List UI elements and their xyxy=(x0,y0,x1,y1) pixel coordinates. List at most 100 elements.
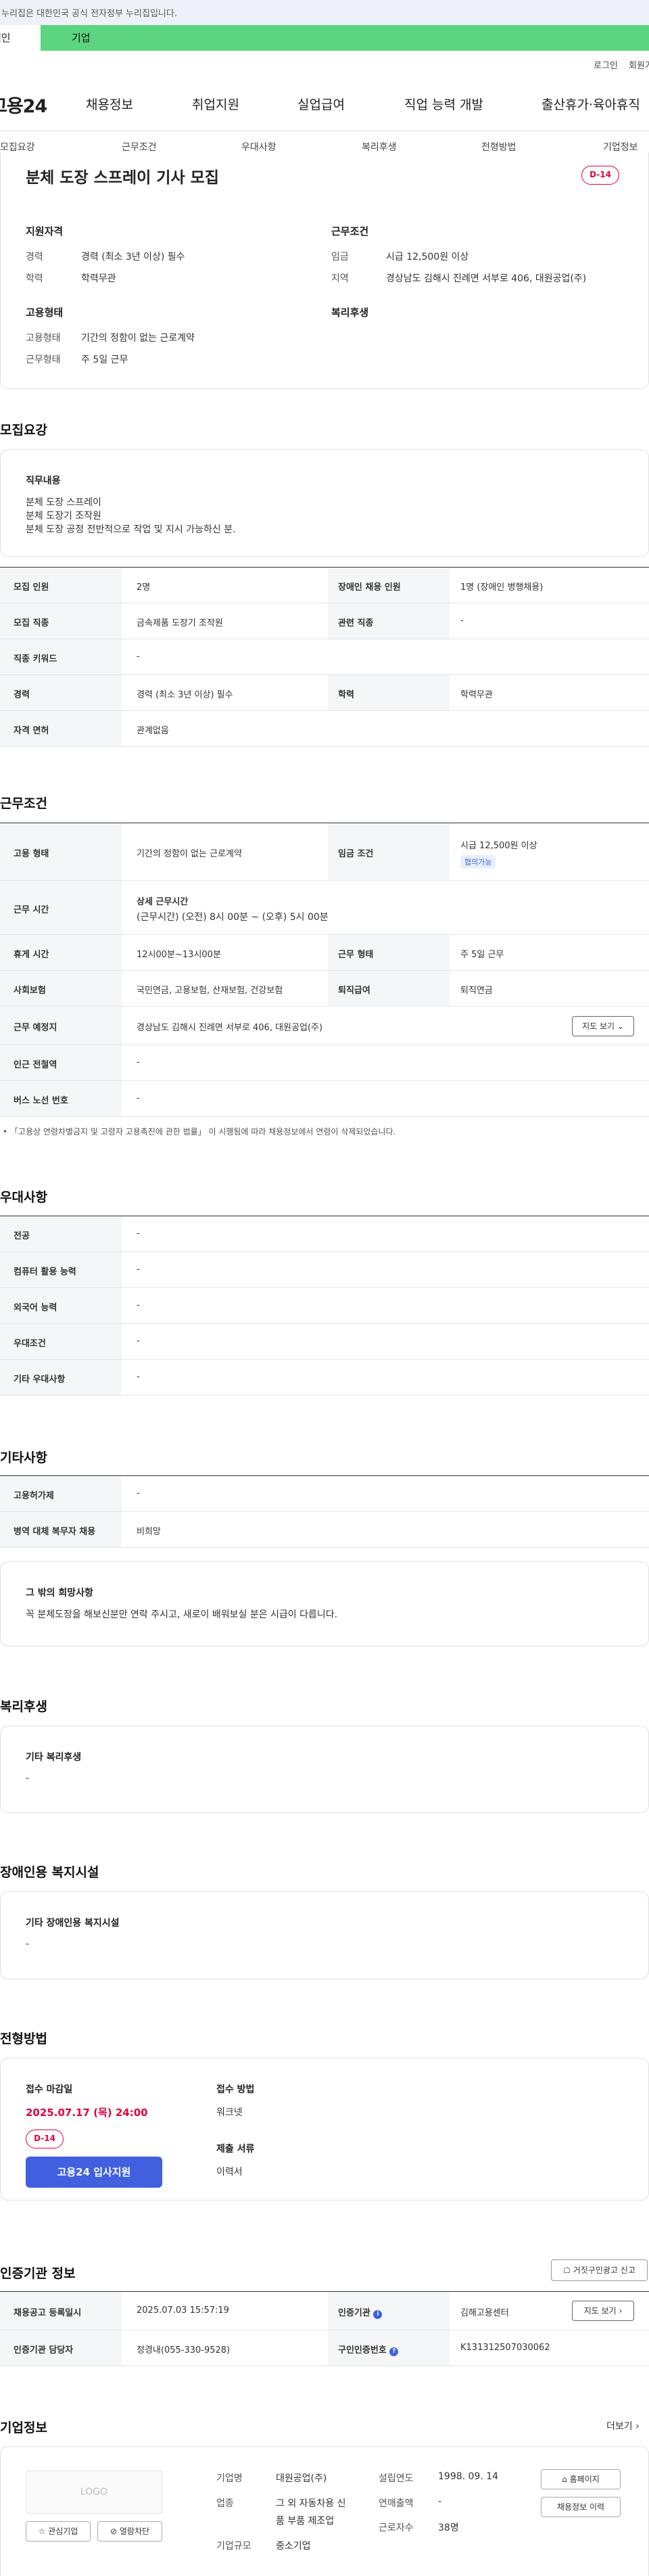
report-button[interactable]: ☖ 거짓구인광고 신고 xyxy=(551,2259,648,2281)
agency-section-title: 인증기관 정보 xyxy=(0,2266,76,2281)
star-icon: ☆ xyxy=(38,2527,46,2536)
industry-label: 업종 xyxy=(216,2498,234,2509)
welfare-box-value: - xyxy=(26,1773,30,1784)
emp-label: 고용형태 xyxy=(26,333,61,344)
career-value: 경력 (최소 3년 이상) 필수 xyxy=(81,252,185,262)
table-row: 사회보험 국민연금, 고용보험, 산재보험, 건강보험 퇴직급여 퇴직연금 xyxy=(0,971,649,1007)
wage-label: 임금 xyxy=(331,252,349,262)
report-icon: ☖ xyxy=(563,2266,571,2275)
site-logo[interactable]: 고용24 xyxy=(0,91,56,118)
lnb-item-3[interactable]: 우대사항 xyxy=(241,140,277,154)
welfare-card xyxy=(0,1726,649,1813)
emp-title: 고용형태 xyxy=(26,306,64,319)
agency-th: 인증기관 i xyxy=(338,2305,383,2319)
pref-section-title: 우대사항 xyxy=(0,1190,47,1205)
table-row: 직종 키워드 - xyxy=(0,639,649,675)
info-icon[interactable]: i xyxy=(373,2310,383,2319)
disabled-box-title: 기타 장애인용 복지시설 xyxy=(26,1918,120,1929)
method-value: 워크넷 xyxy=(216,2107,243,2118)
table-row: 버스 노선 번호 - xyxy=(0,1081,649,1117)
worktype-value: 주 5일 근무 xyxy=(81,354,128,365)
homepage-button[interactable]: ⌂ 홈페이지 xyxy=(541,2469,621,2489)
sales-label: 연매출액 xyxy=(379,2498,414,2509)
table-row: 경력 경력 (최소 3년 이상) 필수 학력 학력무관 xyxy=(0,675,649,711)
gnb-item-5[interactable]: 출산휴가·육아휴직 xyxy=(542,95,640,113)
info-icon[interactable]: ? xyxy=(389,2347,399,2356)
more-link[interactable]: 더보기 › xyxy=(606,2419,640,2433)
etc-section-title: 기타사항 xyxy=(0,1450,47,1465)
company-logo: LOGO xyxy=(26,2470,162,2514)
duty-line-2: 분체 도장기 조작원 xyxy=(26,511,101,522)
table-row: 휴게 시간 12시00분~13시00분 근무 형태 주 5일 근무 xyxy=(0,935,649,971)
est-value: 1998. 09. 14 xyxy=(438,2471,499,2482)
region-label: 지역 xyxy=(331,273,349,284)
age-note: • 「고용상 연령차별금지 및 고령자 고용촉진에 관한 법률」 이 시행됨에 … xyxy=(3,1127,396,1136)
tab-corp[interactable]: 기업 xyxy=(72,25,91,51)
table-row: 외국어 능력 - xyxy=(0,1288,649,1324)
table-row: 모집 직종 금속제품 도장기 조작원 관련 직종 - xyxy=(0,603,649,639)
gnb-item-3[interactable]: 실업급여 xyxy=(297,95,345,113)
company-name-value: 대원공업(주) xyxy=(276,2473,327,2484)
apply-button[interactable]: 고용24 입사지원 xyxy=(26,2157,162,2188)
welfare-title: 복리후생 xyxy=(331,306,369,319)
support-title: 지원자격 xyxy=(26,225,64,237)
table-row: 인증기관 담당자 정경내(055-330-9528) 구인인증번호 ? K131… xyxy=(0,2330,649,2366)
table-row: 전공 - xyxy=(0,1216,649,1252)
gnb-item-4[interactable]: 직업 능력 개발 xyxy=(404,95,483,113)
gov-notice-text: 이 누리집은 대한민국 공식 전자정부 누리집입니다. xyxy=(0,9,177,19)
industry-value-line-1: 그 외 자동차용 신 xyxy=(276,2498,346,2509)
edu-value: 학력무관 xyxy=(81,273,116,284)
job-title: 분체 도장 스프레이 기사 모집 xyxy=(26,169,219,187)
home-icon: ⌂ xyxy=(562,2475,567,2484)
join-link[interactable]: 회원가입 xyxy=(629,58,649,71)
table-row: 인근 전철역 - xyxy=(0,1045,649,1081)
wage-value: 시급 12,500원 이상 xyxy=(386,252,469,262)
map-button[interactable]: 지도 보기 ⌄ xyxy=(572,1016,634,1036)
duty-line-3: 분체 도장 공정 전반적으로 작업 및 지시 가능하신 분. xyxy=(26,524,236,535)
deadline-value: 2025.07.17 (목) 24:00 xyxy=(26,2107,148,2119)
deadline-label: 접수 마감일 xyxy=(26,2084,73,2095)
career-label: 경력 xyxy=(26,252,43,262)
lnb-item-1[interactable]: 모집요강 xyxy=(0,140,35,154)
company-section-title: 기업정보 xyxy=(0,2420,47,2435)
lnb-item-6[interactable]: 기업정보 xyxy=(603,140,638,154)
welfare-section-title: 복리후생 xyxy=(0,1699,47,1714)
duty-title: 직무내용 xyxy=(26,476,61,486)
company-size-label: 기업규모 xyxy=(216,2541,251,2552)
lnb-item-5[interactable]: 전형방법 xyxy=(481,140,516,154)
favorite-button[interactable]: ☆ 관심기업 xyxy=(26,2521,91,2542)
sales-value: - xyxy=(438,2496,442,2507)
negotiable-badge: 협의가능 xyxy=(460,855,496,869)
recruit-section-title: 모집요강 xyxy=(0,423,47,438)
method-label: 접수 방법 xyxy=(216,2084,255,2095)
user-type-tabs: 개인 기업 xyxy=(0,25,649,51)
docs-value: 이력서 xyxy=(216,2167,243,2178)
employees-value: 38명 xyxy=(438,2523,459,2533)
hope-text: 꼭 분체도장을 해보신분만 연락 주시고, 새로이 배워보실 분은 시급이 다릅… xyxy=(26,1609,338,1620)
login-link[interactable]: 로그인 xyxy=(594,58,618,71)
table-row: 채용공고 등록일시 2025.07.03 15:57:19 인증기관 i 김해고… xyxy=(0,2292,649,2330)
gnb-item-1[interactable]: 채용정보 xyxy=(86,95,133,113)
gov-notice-bar: 이 누리집은 대한민국 공식 전자정부 누리집입니다. xyxy=(0,0,649,25)
table-row: 자격 면허 관계없음 xyxy=(0,711,649,747)
disabled-section-title: 장애인용 복지시설 xyxy=(0,1865,99,1880)
block-button[interactable]: ⊘ 열람차단 xyxy=(97,2521,162,2542)
history-button[interactable]: 채용정보 이력 xyxy=(541,2497,621,2517)
table-row: 고용 형태 기간의 정함이 없는 근로계약 임금 조건 시급 12,500원 이… xyxy=(0,823,649,881)
table-row: 근무 예정지 경상남도 김해시 진례면 서부로 406, 대원공업(주) 지도 … xyxy=(0,1007,649,1045)
table-row: 근무 시간 상세 근무시간 (근무시간) (오전) 8시 00분 ~ (오후) … xyxy=(0,881,649,935)
chevron-right-icon: › xyxy=(619,2306,623,2316)
table-row: 우대조건 - xyxy=(0,1324,649,1360)
hope-card xyxy=(0,1561,649,1647)
table-row: 병역 대체 복무자 채용 비희망 xyxy=(0,1512,649,1548)
lnb-item-4[interactable]: 복리후생 xyxy=(362,140,397,154)
employees-label: 근로자수 xyxy=(379,2523,414,2533)
lnb-item-2[interactable]: 근무조건 xyxy=(122,140,157,154)
worktype-label: 근무형태 xyxy=(26,354,61,365)
gnb-item-2[interactable]: 취업지원 xyxy=(192,95,239,113)
tab-person[interactable]: 개인 xyxy=(0,25,41,51)
agency-map-button[interactable]: 지도 보기 › xyxy=(572,2301,634,2321)
welfare-box-title: 기타 복리후생 xyxy=(26,1752,82,1763)
table-row: 모집 인원 2명 장애인 채용 인원 1명 (장애인 병행채용) xyxy=(0,568,649,603)
hope-title: 그 밖의 희망사항 xyxy=(26,1588,93,1598)
